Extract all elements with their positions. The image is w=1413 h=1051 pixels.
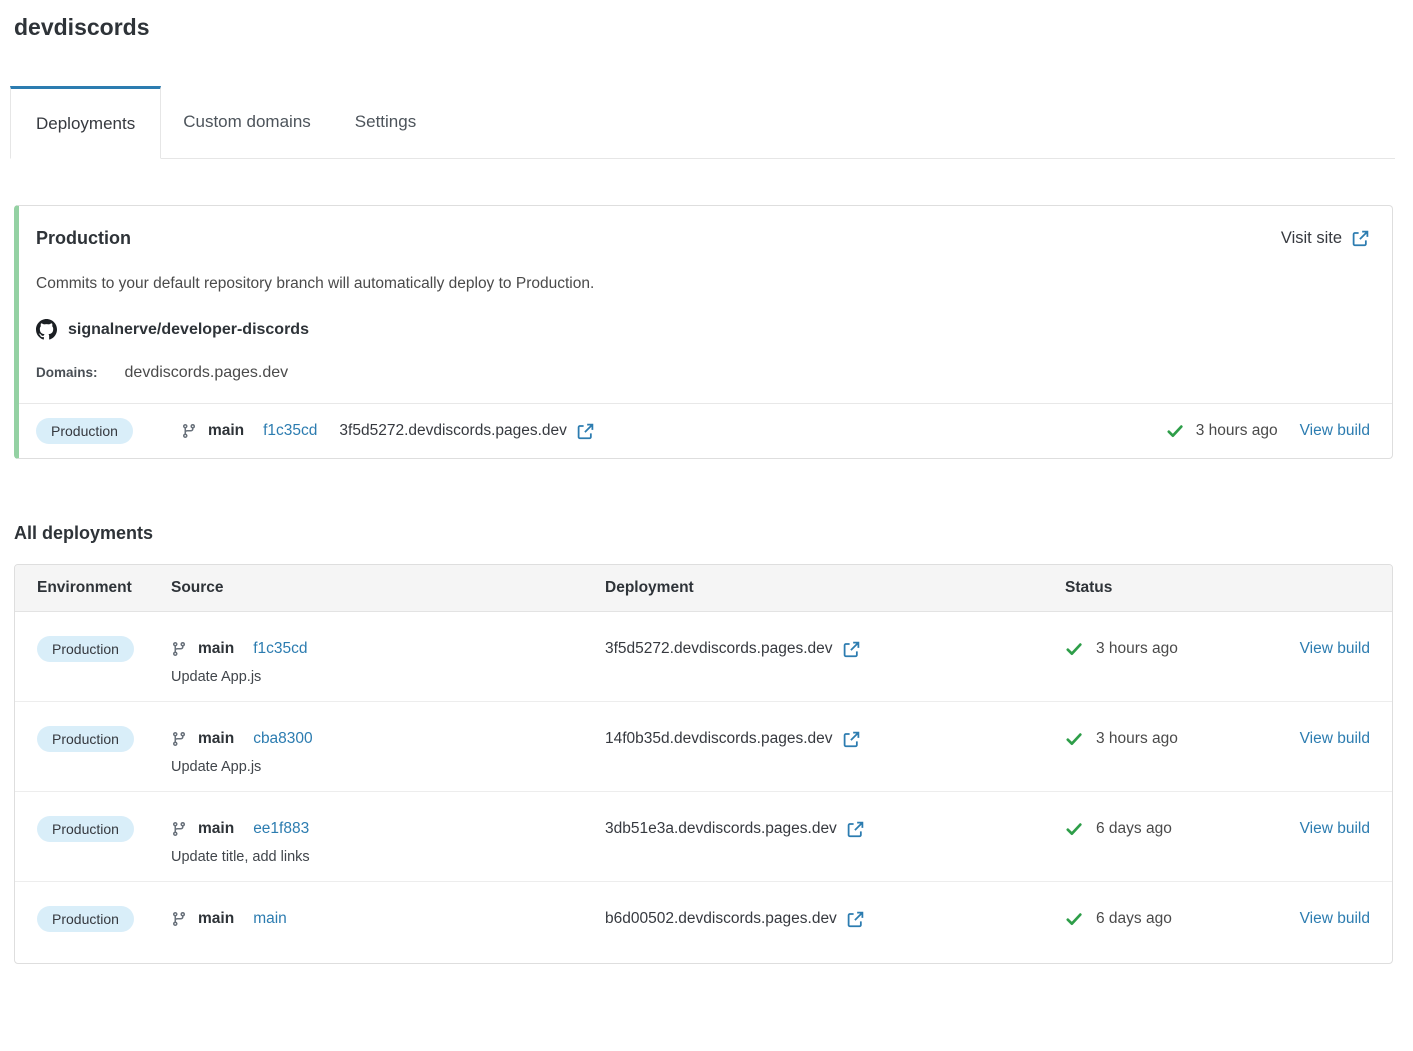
environment-badge: Production: [36, 418, 133, 444]
status-cell: 6 days ago: [1065, 904, 1284, 934]
success-check-icon: [1065, 730, 1083, 748]
deployment-cell: b6d00502.devdiscords.pages.dev: [605, 904, 1065, 934]
status-cell: 3 hours ago: [1065, 634, 1284, 664]
status-cell: 3 hours ago: [1065, 724, 1284, 754]
view-build-link[interactable]: View build: [1300, 640, 1370, 658]
commit-link[interactable]: ee1f883: [253, 820, 309, 838]
table-row: Production main f1c35cd Update App.js 3f…: [15, 612, 1392, 701]
external-link-icon[interactable]: [576, 422, 595, 441]
branch-name: main: [198, 730, 234, 748]
deployment-url: 3db51e3a.devdiscords.pages.dev: [605, 820, 837, 838]
view-build-link[interactable]: View build: [1300, 730, 1370, 748]
deployments-table: Environment Source Deployment Status Pro…: [14, 564, 1393, 964]
deploy-time: 3 hours ago: [1096, 730, 1178, 748]
external-link-icon[interactable]: [846, 910, 865, 929]
view-build-cell: View build: [1284, 634, 1370, 664]
domains-value: devdiscords.pages.dev: [125, 364, 289, 382]
view-build-cell: View build: [1284, 814, 1370, 844]
git-branch-icon: [181, 423, 197, 439]
external-link-icon[interactable]: [842, 730, 861, 749]
branch-name: main: [198, 820, 234, 838]
tab-bar: Deployments Custom domains Settings: [10, 86, 1395, 159]
success-check-icon: [1065, 640, 1083, 658]
view-build-link[interactable]: View build: [1300, 422, 1370, 440]
column-source: Source: [171, 565, 605, 611]
environment-badge: Production: [37, 636, 134, 662]
commit-message: Update title, add links: [171, 849, 605, 865]
environment-badge: Production: [37, 906, 134, 932]
deploy-time: 3 hours ago: [1096, 640, 1178, 658]
success-check-icon: [1166, 422, 1184, 440]
source-cell: main f1c35cd Update App.js: [171, 634, 605, 685]
deployment-cell: 14f0b35d.devdiscords.pages.dev: [605, 724, 1065, 754]
production-card-title: Production: [36, 228, 131, 249]
table-header: Environment Source Deployment Status: [15, 565, 1392, 612]
visit-site-label: Visit site: [1281, 229, 1342, 248]
external-link-icon: [1351, 229, 1370, 248]
view-build-link[interactable]: View build: [1300, 910, 1370, 928]
success-check-icon: [1065, 910, 1083, 928]
commit-message: Update App.js: [171, 759, 605, 775]
environment-cell: Production: [37, 634, 171, 664]
deployment-cell: 3f5d5272.devdiscords.pages.dev: [605, 634, 1065, 664]
tab-custom-domains[interactable]: Custom domains: [161, 86, 333, 158]
git-branch-icon: [171, 641, 187, 657]
view-build-cell: View build: [1284, 724, 1370, 754]
commit-link[interactable]: f1c35cd: [263, 422, 317, 440]
column-environment: Environment: [37, 565, 171, 611]
branch-name: main: [198, 640, 234, 658]
source-cell: main main: [171, 904, 605, 934]
github-icon: [36, 319, 57, 340]
deploy-time: 6 days ago: [1096, 910, 1172, 928]
external-link-icon[interactable]: [842, 640, 861, 659]
branch-name: main: [198, 910, 234, 928]
repository-name: signalnerve/developer-discords: [68, 321, 309, 339]
view-build-cell: View build: [1284, 904, 1370, 934]
view-build-link[interactable]: View build: [1300, 820, 1370, 838]
success-check-icon: [1065, 820, 1083, 838]
external-link-icon[interactable]: [846, 820, 865, 839]
visit-site-link[interactable]: Visit site: [1281, 229, 1370, 248]
commit-link[interactable]: cba8300: [253, 730, 312, 748]
table-row: Production main ee1f883 Update title, ad…: [15, 791, 1392, 881]
commit-link[interactable]: f1c35cd: [253, 640, 307, 658]
deployment-url: b6d00502.devdiscords.pages.dev: [605, 910, 837, 928]
environment-cell: Production: [37, 724, 171, 754]
table-row: Production main cba8300 Update App.js 14…: [15, 701, 1392, 791]
production-deployment-row: Production main f1c35cd 3f5d5272.devdisc…: [19, 403, 1392, 458]
deployment-url: 3f5d5272.devdiscords.pages.dev: [605, 640, 833, 658]
tab-deployments[interactable]: Deployments: [10, 86, 161, 159]
git-branch-icon: [171, 731, 187, 747]
status-cell: 6 days ago: [1065, 814, 1284, 844]
git-branch-icon: [171, 911, 187, 927]
production-description: Commits to your default repository branc…: [19, 275, 1392, 293]
source-cell: main ee1f883 Update title, add links: [171, 814, 605, 865]
page-title: devdiscords: [14, 14, 1413, 41]
environment-cell: Production: [37, 904, 171, 934]
source-cell: main cba8300 Update App.js: [171, 724, 605, 775]
commit-link[interactable]: main: [253, 910, 287, 928]
deployment-cell: 3db51e3a.devdiscords.pages.dev: [605, 814, 1065, 844]
branch-name: main: [208, 422, 244, 440]
column-status: Status: [1065, 565, 1284, 611]
environment-badge: Production: [37, 816, 134, 842]
environment-badge: Production: [37, 726, 134, 752]
deployment-url: 14f0b35d.devdiscords.pages.dev: [605, 730, 833, 748]
commit-message: Update App.js: [171, 669, 605, 685]
production-card: Production Visit site Commits to your de…: [14, 205, 1393, 459]
all-deployments-heading: All deployments: [14, 523, 1413, 544]
tab-settings[interactable]: Settings: [333, 86, 438, 158]
column-deployment: Deployment: [605, 565, 1065, 611]
table-row: Production main main b6d00502.devdiscord…: [15, 881, 1392, 963]
domains-label: Domains:: [36, 365, 98, 380]
git-branch-icon: [171, 821, 187, 837]
deploy-time: 3 hours ago: [1196, 422, 1278, 440]
environment-cell: Production: [37, 814, 171, 844]
deploy-time: 6 days ago: [1096, 820, 1172, 838]
deployment-url: 3f5d5272.devdiscords.pages.dev: [339, 422, 567, 440]
